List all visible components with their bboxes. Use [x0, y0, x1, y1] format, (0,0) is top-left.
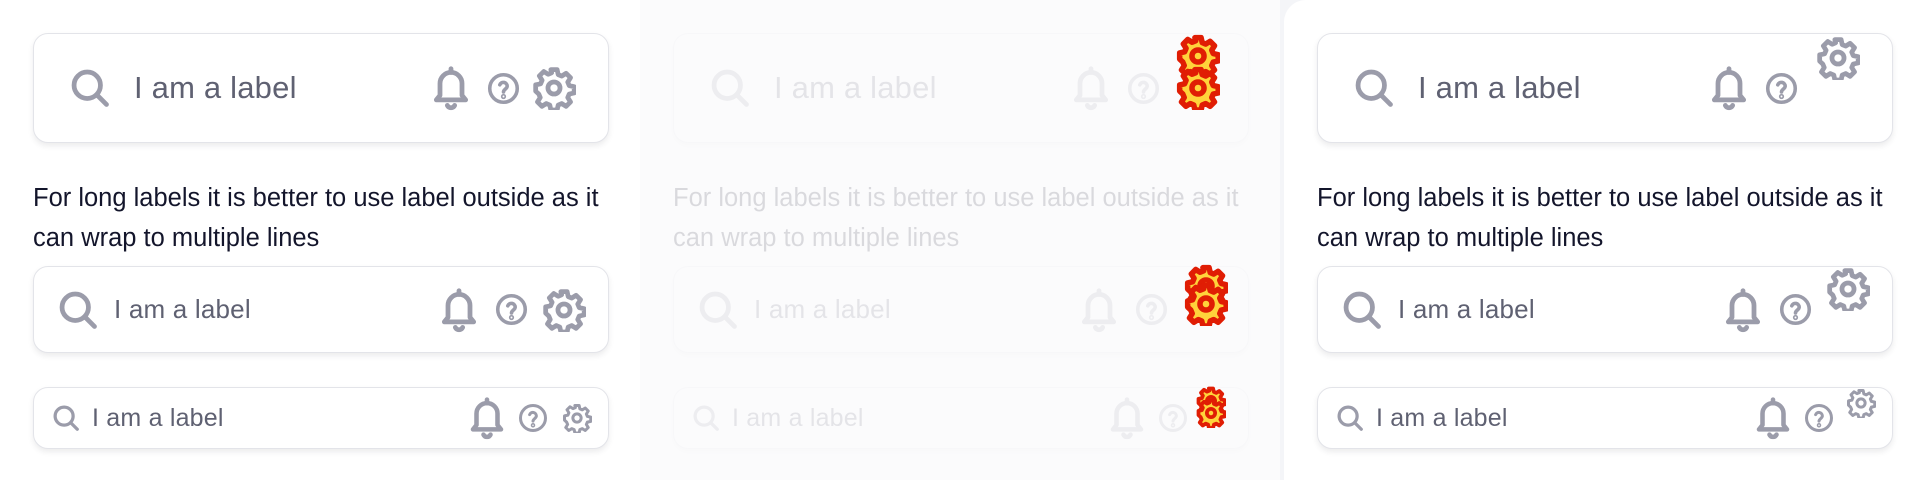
panel-default: I am a label For long labels it is bette…: [0, 0, 640, 480]
highlighted-gear-icon: [1184, 282, 1228, 326]
field-label: I am a label: [1398, 294, 1535, 324]
panel-gear-top: I am a label For long labels it is bette…: [1284, 0, 1920, 480]
search-icon: [691, 403, 721, 433]
bell-icon[interactable]: [466, 395, 508, 441]
bell-icon[interactable]: [1721, 286, 1765, 334]
help-icon: [1127, 72, 1160, 105]
outside-label: For long labels it is better to use labe…: [33, 184, 599, 252]
help-icon: [1135, 293, 1168, 326]
search-field-large: I am a label: [673, 33, 1249, 143]
field-label: I am a label: [1376, 403, 1508, 432]
bell-icon[interactable]: [429, 64, 473, 112]
search-icon: [51, 403, 81, 433]
gear-icon[interactable]: [1816, 36, 1860, 80]
gear-icon[interactable]: [1826, 267, 1870, 311]
search-field-medium: I am a label: [673, 266, 1249, 353]
outside-label: For long labels it is better to use labe…: [673, 184, 1239, 252]
gear-icon[interactable]: [562, 403, 592, 433]
help-icon[interactable]: [1804, 403, 1834, 433]
field-label: I am a label: [774, 70, 937, 105]
field-label: I am a label: [1418, 70, 1581, 105]
gear-icon[interactable]: [532, 66, 576, 110]
search-field-large[interactable]: I am a label: [1317, 33, 1893, 143]
search-field-medium[interactable]: I am a label: [33, 266, 609, 353]
bell-icon: [1106, 395, 1148, 441]
help-icon: [1158, 403, 1188, 433]
search-icon: [696, 288, 740, 332]
bell-icon: [1069, 64, 1113, 112]
bell-icon[interactable]: [437, 286, 481, 334]
search-icon: [68, 66, 112, 110]
highlighted-gear-icon: [1176, 66, 1220, 110]
search-icon: [1340, 288, 1384, 332]
search-field-small[interactable]: I am a label: [1317, 387, 1893, 449]
gear-icon[interactable]: [542, 288, 586, 332]
search-icon: [1335, 403, 1365, 433]
field-label: I am a label: [114, 294, 251, 324]
field-label: I am a label: [732, 403, 864, 432]
help-icon[interactable]: [1779, 293, 1812, 326]
search-icon: [708, 66, 752, 110]
gear-icon[interactable]: [1846, 388, 1876, 418]
help-icon[interactable]: [487, 72, 520, 105]
help-icon[interactable]: [1765, 72, 1798, 105]
help-icon[interactable]: [495, 293, 528, 326]
outside-label: For long labels it is better to use labe…: [1317, 184, 1883, 252]
highlighted-gear-icon: [1196, 398, 1226, 428]
bell-icon[interactable]: [1707, 64, 1751, 112]
search-field-medium[interactable]: I am a label: [1317, 266, 1893, 353]
bell-icon: [1077, 286, 1121, 334]
search-field-small: I am a label: [673, 387, 1249, 449]
panel-disabled: I am a label For long labels it is bette…: [640, 0, 1280, 480]
field-label: I am a label: [92, 403, 224, 432]
search-field-small[interactable]: I am a label: [33, 387, 609, 449]
field-label: I am a label: [754, 294, 891, 324]
search-icon: [56, 288, 100, 332]
search-icon: [1352, 66, 1396, 110]
bell-icon[interactable]: [1752, 395, 1794, 441]
help-icon[interactable]: [518, 403, 548, 433]
search-field-large[interactable]: I am a label: [33, 33, 609, 143]
field-label: I am a label: [134, 70, 297, 105]
